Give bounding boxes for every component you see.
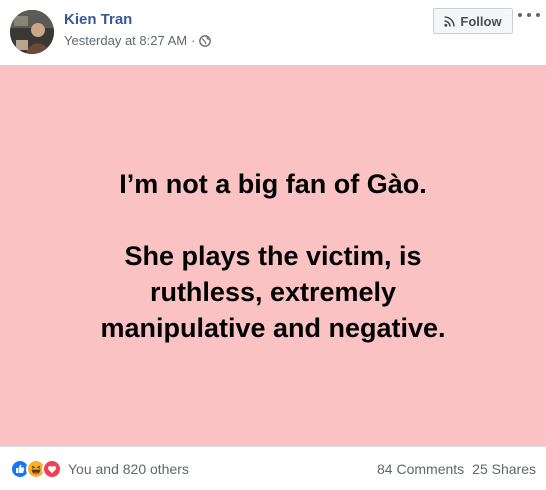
- follow-label: Follow: [460, 13, 502, 29]
- more-dot: [536, 13, 540, 17]
- post-text-line: She plays the victim, is: [124, 240, 422, 271]
- post-text-line: manipulative and negative.: [100, 312, 446, 343]
- comments-count[interactable]: 84 Comments: [377, 461, 464, 477]
- post-timestamp[interactable]: Yesterday at 8:27 AM: [64, 33, 187, 48]
- post-card: Kien Tran Yesterday at 8:27 AM · Follow: [0, 0, 546, 490]
- more-dot: [518, 13, 522, 17]
- follow-button[interactable]: Follow: [433, 8, 513, 34]
- love-icon: [42, 459, 62, 479]
- post-text-line: ruthless, extremely: [149, 276, 397, 307]
- shares-count[interactable]: 25 Shares: [472, 461, 536, 477]
- avatar-photo-icon: [10, 10, 54, 54]
- post-meta: Yesterday at 8:27 AM ·: [64, 33, 212, 48]
- post-content: I’m not a big fan of Gào. She plays the …: [0, 65, 546, 446]
- post-text-line: I’m not a big fan of Gào.: [119, 168, 427, 199]
- more-options-icon[interactable]: [518, 8, 540, 22]
- more-dot: [527, 13, 531, 17]
- engagement-stats: 84 Comments 25 Shares: [377, 461, 536, 477]
- rss-icon: [444, 15, 456, 27]
- author-name[interactable]: Kien Tran: [64, 11, 132, 28]
- post-footer: You and 820 others 84 Comments 25 Shares: [0, 446, 546, 490]
- post-header: Kien Tran Yesterday at 8:27 AM · Follow: [0, 0, 546, 64]
- reactions-summary[interactable]: You and 820 others: [10, 459, 189, 479]
- avatar[interactable]: [10, 10, 54, 54]
- reactions-count[interactable]: You and 820 others: [68, 461, 189, 477]
- meta-separator: ·: [191, 33, 196, 48]
- globe-icon[interactable]: [199, 34, 212, 47]
